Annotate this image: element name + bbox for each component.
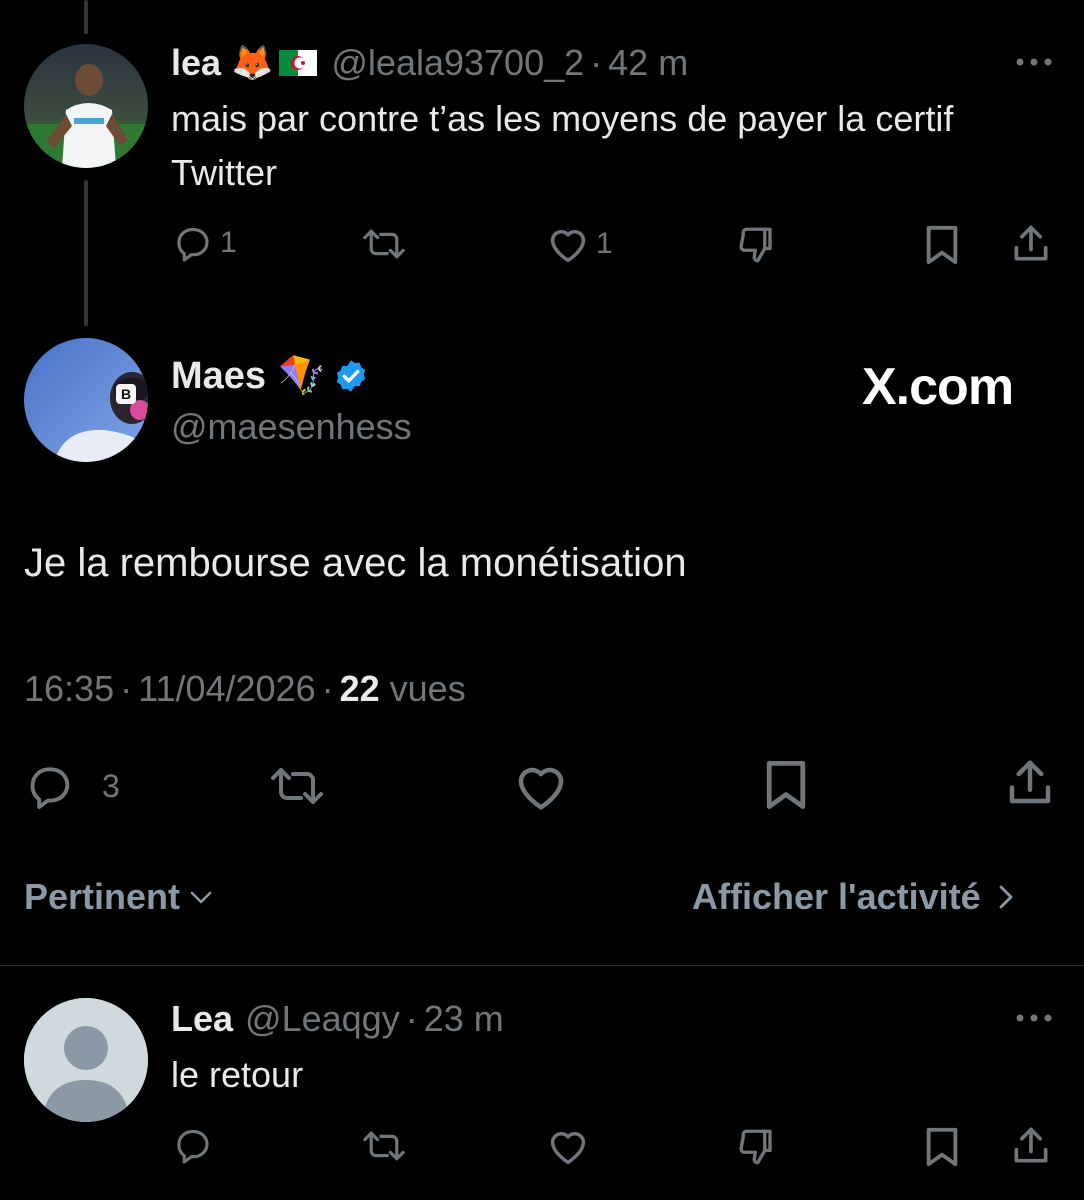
reply-top-header: lea 🦊 @leala93700_2 · 42 m [171,40,688,86]
section-divider [0,965,1084,966]
views-label: vues [389,668,466,709]
share-icon [1010,222,1052,266]
svg-text:B: B [121,386,131,402]
separator-dot: · [321,668,334,709]
main-bookmark-button[interactable] [762,758,810,812]
tweet-time[interactable]: 16:35 [24,668,114,710]
main-reply-count: 3 [102,767,120,804]
thread-line-top [84,0,88,34]
share-button[interactable] [1010,222,1052,266]
retweet-icon [266,762,328,810]
like-icon [512,760,570,812]
bookmark-button[interactable] [922,1126,962,1168]
like-button[interactable] [546,1126,590,1166]
more-icon[interactable] [1014,52,1054,77]
separator-dot: · [405,998,418,1039]
tweet-text: le retour [171,1054,304,1095]
separator-dot: · [590,42,603,83]
bookmark-icon [922,224,962,266]
user-name[interactable]: Lea [171,998,233,1040]
chevron-down-icon [188,887,214,907]
reply-icon [172,1124,214,1166]
activity-label: Afficher l'activité [692,876,981,917]
retweet-icon [360,224,408,264]
main-reply-button[interactable]: 3 [22,760,120,812]
retweet-button[interactable] [360,224,408,264]
reply-button[interactable]: 1 [172,222,237,264]
main-tweet-text: Je la rembourse avec la monétisation [24,541,687,585]
main-retweet-button[interactable] [266,762,328,810]
main-tweet-header: Maes 🪁 [171,352,369,400]
main-like-button[interactable] [512,760,570,812]
user-handle[interactable]: @Leaqgy [245,998,400,1040]
tweet-text: mais par contre t’as les moyens de payer… [171,98,954,193]
fox-emoji-icon: 🦊 [231,44,274,82]
main-share-button[interactable] [1004,756,1056,810]
algeria-flag-icon [279,50,318,76]
reply-icon [172,222,214,264]
user-name[interactable]: Maes [171,355,266,398]
share-icon [1004,756,1056,810]
verified-badge-icon [333,358,369,394]
sort-dropdown[interactable]: Pertinent [24,874,214,920]
avatar-lea[interactable] [24,44,148,168]
like-button[interactable]: 1 [546,224,613,264]
bookmark-button[interactable] [922,224,962,266]
more-icon[interactable] [1014,1008,1054,1033]
bookmark-icon [762,758,810,812]
like-icon [546,1126,590,1166]
sort-label: Pertinent [24,876,181,917]
separator-dot: · [120,668,133,709]
tweet-date[interactable]: 11/04/2026 [138,668,316,710]
reply-icon [22,760,78,812]
dislike-button[interactable] [734,1126,778,1168]
share-icon [1010,1124,1052,1168]
reply-button[interactable] [172,1124,214,1166]
thread-line-middle [84,180,88,326]
user-handle[interactable]: @leala93700_2 [331,42,584,84]
like-icon [546,224,590,264]
user-name[interactable]: lea [171,42,221,84]
avatar-maes[interactable]: B [24,338,148,462]
view-activity-link[interactable]: Afficher l'activité [692,874,1015,920]
dislike-icon [734,1126,778,1168]
reply-bottom-header: Lea @Leaqgy · 23 m [171,996,504,1042]
dislike-icon [734,224,778,266]
tweet-metadata: 16:35 · 11/04/2026 · 22 vues [24,666,466,712]
bookmark-icon [922,1126,962,1168]
views-count: 22 [339,668,380,709]
reply-count: 1 [220,226,237,259]
retweet-button[interactable] [360,1126,408,1166]
xcom-watermark: X.com [862,358,1014,416]
share-button[interactable] [1010,1124,1052,1168]
main-tweet-handle[interactable]: @maesenhess [171,404,412,450]
like-count: 1 [596,227,613,260]
retweet-icon [360,1126,408,1166]
x-thread-page: lea 🦊 @leala93700_2 · 42 m mais par cont… [0,0,1084,1200]
relative-time[interactable]: 23 m [424,998,504,1040]
kite-emoji-icon: 🪁 [278,355,326,397]
dislike-button[interactable] [734,224,778,266]
chevron-right-icon [997,882,1015,912]
avatar-default[interactable] [24,998,148,1122]
relative-time[interactable]: 42 m [608,42,688,84]
